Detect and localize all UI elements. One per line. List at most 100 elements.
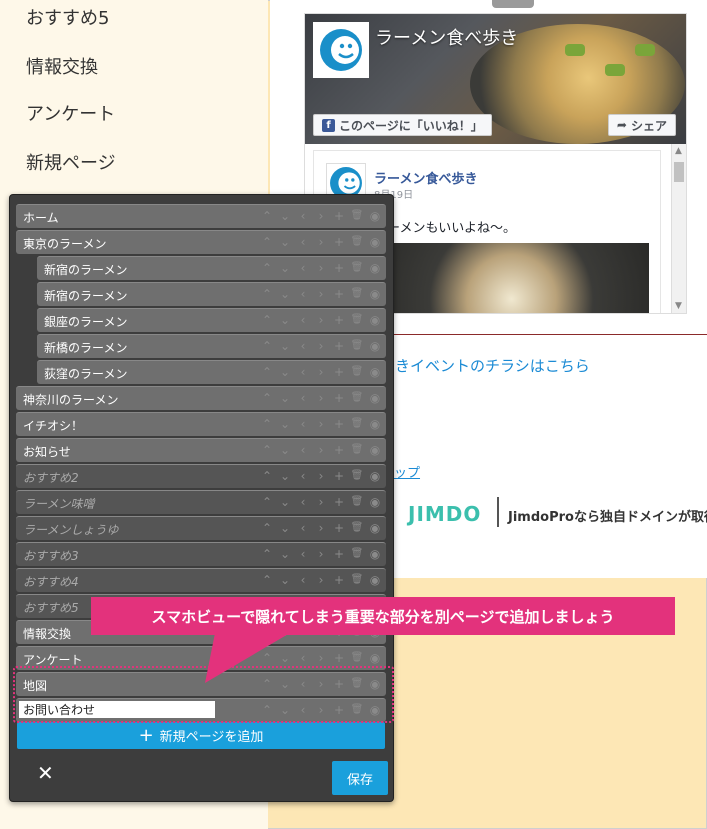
eye-icon[interactable]: ◉: [368, 235, 382, 249]
nav-editor-row[interactable]: ラーメンしょうゆ ⌃ ⌄ ‹ › + 🗑 ◉: [16, 516, 386, 540]
nav-editor-row[interactable]: ホーム ⌃ ⌄ ‹ › + 🗑 ◉: [16, 204, 386, 228]
chevron-down-icon[interactable]: ⌄: [278, 209, 292, 223]
trash-icon[interactable]: 🗑: [350, 521, 364, 535]
chevron-left-icon[interactable]: ‹: [296, 521, 310, 535]
plus-icon[interactable]: +: [332, 495, 346, 509]
nav-editor-row[interactable]: おすすめ2 ⌃ ⌄ ‹ › + 🗑 ◉: [16, 464, 386, 488]
chevron-left-icon[interactable]: ‹: [296, 235, 310, 249]
chevron-up-icon[interactable]: ⌃: [260, 235, 274, 249]
eye-icon[interactable]: ◉: [368, 261, 382, 275]
chevron-up-icon[interactable]: ⌃: [260, 417, 274, 431]
chevron-left-icon[interactable]: ‹: [296, 573, 310, 587]
chevron-left-icon[interactable]: ‹: [296, 287, 310, 301]
chevron-down-icon[interactable]: ⌄: [278, 391, 292, 405]
jimdo-promo-text[interactable]: JimdoProなら独自ドメインが取得で: [508, 506, 707, 525]
plus-icon[interactable]: +: [332, 651, 346, 665]
chevron-right-icon[interactable]: ›: [314, 443, 328, 457]
trash-icon[interactable]: 🗑: [350, 547, 364, 561]
scroll-up-icon[interactable]: ▲: [675, 146, 682, 156]
nav-editor-row[interactable]: イチオシ！ ⌃ ⌄ ‹ › + 🗑 ◉: [16, 412, 386, 436]
event-flyer-link[interactable]: きイベントのチラシはこちら: [395, 355, 590, 376]
plus-icon[interactable]: +: [332, 443, 346, 457]
chevron-down-icon[interactable]: ⌄: [278, 573, 292, 587]
sidebar-item-osusume5[interactable]: おすすめ5: [26, 4, 109, 30]
trash-icon[interactable]: 🗑: [350, 651, 364, 665]
eye-icon[interactable]: ◉: [368, 339, 382, 353]
chevron-left-icon[interactable]: ‹: [296, 547, 310, 561]
fb-scrollbar[interactable]: ▲ ▼: [671, 144, 686, 313]
nav-editor-row[interactable]: 新橋のラーメン ⌃ ⌄ ‹ › + 🗑 ◉: [37, 334, 386, 358]
nav-editor-row[interactable]: 荻窪のラーメン ⌃ ⌄ ‹ › + 🗑 ◉: [37, 360, 386, 384]
chevron-up-icon[interactable]: ⌃: [260, 209, 274, 223]
chevron-right-icon[interactable]: ›: [314, 391, 328, 405]
chevron-up-icon[interactable]: ⌃: [260, 651, 274, 665]
chevron-right-icon[interactable]: ›: [314, 339, 328, 353]
plus-icon[interactable]: +: [332, 391, 346, 405]
close-icon[interactable]: ✕: [37, 761, 54, 785]
chevron-up-icon[interactable]: ⌃: [260, 495, 274, 509]
chevron-left-icon[interactable]: ‹: [296, 469, 310, 483]
trash-icon[interactable]: 🗑: [350, 573, 364, 587]
chevron-right-icon[interactable]: ›: [314, 365, 328, 379]
chevron-left-icon[interactable]: ‹: [296, 443, 310, 457]
eye-icon[interactable]: ◉: [368, 495, 382, 509]
chevron-left-icon[interactable]: ‹: [296, 339, 310, 353]
eye-icon[interactable]: ◉: [368, 365, 382, 379]
plus-icon[interactable]: +: [332, 469, 346, 483]
chevron-left-icon[interactable]: ‹: [296, 391, 310, 405]
plus-icon[interactable]: +: [332, 287, 346, 301]
chevron-left-icon[interactable]: ‹: [296, 365, 310, 379]
eye-icon[interactable]: ◉: [368, 651, 382, 665]
chevron-right-icon[interactable]: ›: [314, 261, 328, 275]
trash-icon[interactable]: 🗑: [350, 209, 364, 223]
chevron-up-icon[interactable]: ⌃: [260, 339, 274, 353]
chevron-down-icon[interactable]: ⌄: [278, 365, 292, 379]
trash-icon[interactable]: 🗑: [350, 235, 364, 249]
save-button[interactable]: 保存: [332, 761, 388, 795]
chevron-up-icon[interactable]: ⌃: [260, 313, 274, 327]
nav-editor-row[interactable]: おすすめ4 ⌃ ⌄ ‹ › + 🗑 ◉: [16, 568, 386, 592]
chevron-up-icon[interactable]: ⌃: [260, 521, 274, 535]
chevron-down-icon[interactable]: ⌄: [278, 547, 292, 561]
fb-post-author[interactable]: ラーメン食べ歩き: [374, 168, 477, 187]
chevron-down-icon[interactable]: ⌄: [278, 287, 292, 301]
trash-icon[interactable]: 🗑: [350, 365, 364, 379]
plus-icon[interactable]: +: [332, 365, 346, 379]
chevron-down-icon[interactable]: ⌄: [278, 651, 292, 665]
fb-like-button[interactable]: f このページに「いいね！」: [313, 114, 492, 136]
eye-icon[interactable]: ◉: [368, 547, 382, 561]
chevron-left-icon[interactable]: ‹: [296, 495, 310, 509]
chevron-right-icon[interactable]: ›: [314, 651, 328, 665]
trash-icon[interactable]: 🗑: [350, 495, 364, 509]
chevron-down-icon[interactable]: ⌄: [278, 495, 292, 509]
chevron-left-icon[interactable]: ‹: [296, 651, 310, 665]
chevron-down-icon[interactable]: ⌄: [278, 469, 292, 483]
sidebar-item-survey[interactable]: アンケート: [26, 100, 115, 126]
chevron-right-icon[interactable]: ›: [314, 495, 328, 509]
plus-icon[interactable]: +: [332, 313, 346, 327]
chevron-down-icon[interactable]: ⌄: [278, 443, 292, 457]
add-page-button[interactable]: + 新規ページを追加: [17, 722, 385, 749]
sidebar-item-info-exchange[interactable]: 情報交換: [26, 53, 98, 79]
trash-icon[interactable]: 🗑: [350, 339, 364, 353]
chevron-right-icon[interactable]: ›: [314, 573, 328, 587]
trash-icon[interactable]: 🗑: [350, 469, 364, 483]
eye-icon[interactable]: ◉: [368, 521, 382, 535]
trash-icon[interactable]: 🗑: [350, 417, 364, 431]
nav-editor-row[interactable]: ラーメン味噌 ⌃ ⌄ ‹ › + 🗑 ◉: [16, 490, 386, 514]
chevron-left-icon[interactable]: ‹: [296, 261, 310, 275]
sidebar-item-new-page[interactable]: 新規ページ: [26, 149, 116, 175]
chevron-up-icon[interactable]: ⌃: [260, 443, 274, 457]
fb-page-title[interactable]: ラーメン食べ歩き: [375, 24, 518, 50]
chevron-right-icon[interactable]: ›: [314, 521, 328, 535]
trash-icon[interactable]: 🗑: [350, 313, 364, 327]
nav-editor-row[interactable]: 神奈川のラーメン ⌃ ⌄ ‹ › + 🗑 ◉: [16, 386, 386, 410]
eye-icon[interactable]: ◉: [368, 443, 382, 457]
nav-editor-row[interactable]: お知らせ ⌃ ⌄ ‹ › + 🗑 ◉: [16, 438, 386, 462]
scroll-down-icon[interactable]: ▼: [675, 301, 682, 311]
plus-icon[interactable]: +: [332, 261, 346, 275]
chevron-right-icon[interactable]: ›: [314, 547, 328, 561]
nav-editor-row[interactable]: おすすめ3 ⌃ ⌄ ‹ › + 🗑 ◉: [16, 542, 386, 566]
chevron-left-icon[interactable]: ‹: [296, 313, 310, 327]
trash-icon[interactable]: 🗑: [350, 391, 364, 405]
